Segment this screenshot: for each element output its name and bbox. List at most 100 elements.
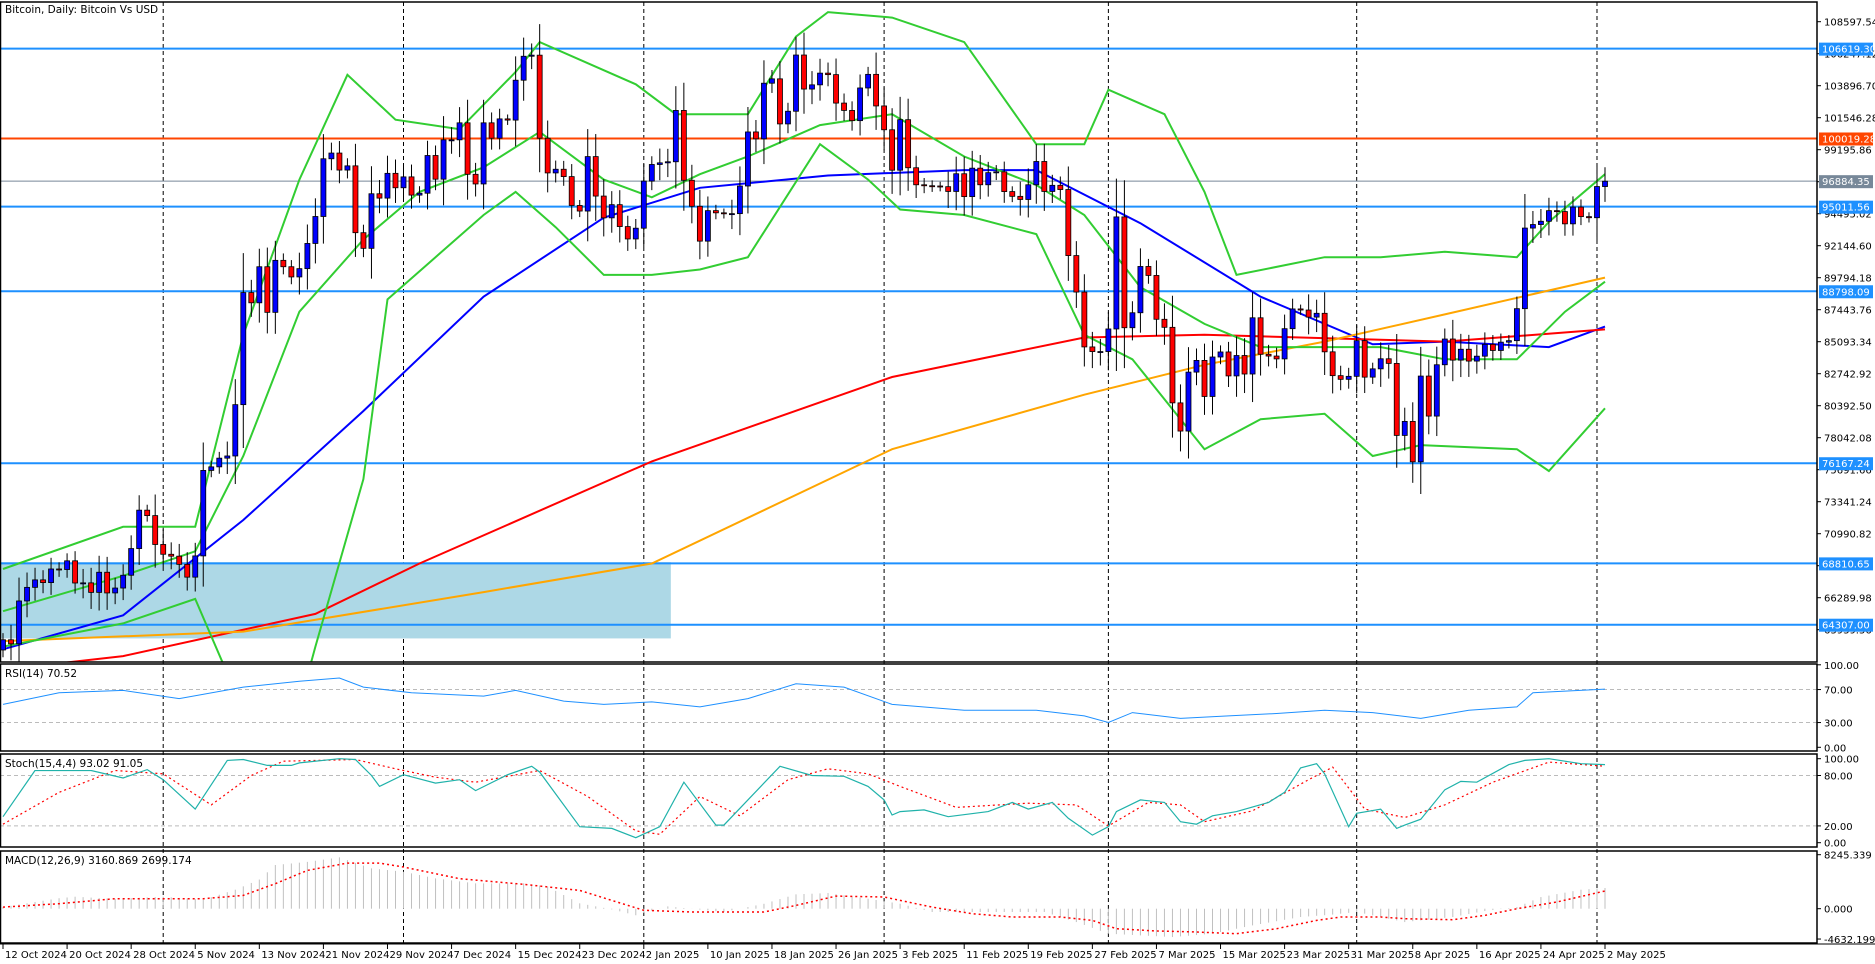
candle <box>576 205 583 212</box>
candle <box>1289 308 1296 330</box>
candle <box>440 139 447 180</box>
time-tick-label: 15 Dec 2024 <box>518 950 582 961</box>
level-price-label: 96884.35 <box>1822 177 1870 188</box>
candle <box>1329 351 1336 377</box>
candle <box>1057 184 1064 190</box>
candle <box>1433 364 1440 417</box>
price-tick-label: 103896.70 <box>1824 82 1875 93</box>
time-tick-label: 2 May 2025 <box>1607 950 1666 961</box>
candle <box>857 87 863 122</box>
stoch-pane[interactable] <box>0 758 1817 839</box>
price-tick-label: 80392.50 <box>1824 402 1872 413</box>
candle <box>745 131 751 187</box>
candle <box>120 574 127 589</box>
candle <box>528 54 535 57</box>
candle <box>416 192 423 196</box>
candle <box>472 173 479 185</box>
price-tick-label: 108597.54 <box>1824 18 1875 29</box>
candle <box>889 129 896 171</box>
time-tick-label: 11 Feb 2025 <box>966 950 1028 961</box>
candle <box>937 185 944 188</box>
indicator-tick-label: 100.00 <box>1824 755 1859 766</box>
candle <box>1177 402 1184 432</box>
candle <box>624 226 631 240</box>
candle <box>448 139 455 142</box>
candle <box>961 173 968 198</box>
candle <box>1225 351 1232 377</box>
candle <box>88 582 95 593</box>
candle <box>280 259 287 268</box>
rsi-pane[interactable] <box>0 677 1817 724</box>
time-tick-label: 8 Apr 2025 <box>1415 950 1470 961</box>
candle <box>368 193 375 249</box>
candle <box>536 54 543 139</box>
candle <box>841 102 847 111</box>
candle <box>1041 161 1048 192</box>
trading-chart[interactable]: 108597.54106247.12103896.70101546.289919… <box>0 0 1875 964</box>
candle <box>897 119 904 171</box>
candle <box>256 266 263 304</box>
candle <box>1425 375 1432 417</box>
macd-pane[interactable] <box>2 857 1606 938</box>
candle <box>544 137 551 174</box>
time-tick-label: 23 Mar 2025 <box>1287 950 1350 961</box>
price-tick-label: 87443.76 <box>1824 306 1872 317</box>
candle <box>160 544 167 555</box>
candle <box>1169 326 1176 404</box>
candle <box>664 161 671 164</box>
candle <box>1369 368 1376 378</box>
candle <box>1457 348 1464 361</box>
candle <box>72 560 78 584</box>
candle <box>320 158 327 217</box>
price-tick-label: 73341.24 <box>1824 498 1872 509</box>
candle <box>1113 216 1120 330</box>
time-tick-label: 23 Dec 2024 <box>582 950 646 961</box>
pane-border <box>0 850 1818 944</box>
candle <box>672 110 679 163</box>
candle <box>656 162 663 165</box>
candle <box>200 470 207 557</box>
candle <box>969 167 976 198</box>
price-tick-label: 101546.28 <box>1824 114 1875 125</box>
candle <box>272 259 279 313</box>
candle <box>1017 195 1024 200</box>
candle <box>905 119 912 169</box>
candle <box>793 54 799 112</box>
candle <box>1049 184 1056 192</box>
candle <box>1489 343 1496 351</box>
candle <box>753 131 759 140</box>
candle <box>328 152 335 160</box>
candle <box>1265 353 1272 357</box>
candle <box>985 172 992 186</box>
candle <box>1161 318 1168 328</box>
candle <box>1530 224 1536 229</box>
candle <box>1321 312 1328 353</box>
price-pane[interactable] <box>0 11 1817 765</box>
candle <box>80 582 86 585</box>
candle <box>1065 189 1072 256</box>
candle <box>1281 328 1288 360</box>
time-tick-label: 31 Mar 2025 <box>1351 950 1414 961</box>
indicator-tick-label: 20.00 <box>1824 822 1853 833</box>
candle <box>1393 362 1400 436</box>
candle <box>1562 211 1568 225</box>
candle <box>176 555 183 565</box>
candle <box>712 210 719 214</box>
candle <box>64 560 70 570</box>
candle <box>737 185 743 215</box>
candle <box>464 122 471 175</box>
candle <box>680 110 687 181</box>
candle <box>360 232 367 249</box>
time-tick-label: 19 Feb 2025 <box>1030 950 1092 961</box>
candle <box>1025 184 1032 200</box>
candle <box>152 515 159 545</box>
candle <box>424 155 431 194</box>
candle <box>584 156 591 212</box>
level-price-label: 68810.65 <box>1822 559 1870 570</box>
candle <box>1465 348 1472 362</box>
candle <box>136 509 143 549</box>
level-price-label: 95011.56 <box>1822 203 1870 214</box>
time-tick-label: 24 Apr 2025 <box>1543 950 1605 961</box>
price-tick-label: 70990.82 <box>1824 530 1872 541</box>
indicator-tick-label: 70.00 <box>1824 686 1853 697</box>
